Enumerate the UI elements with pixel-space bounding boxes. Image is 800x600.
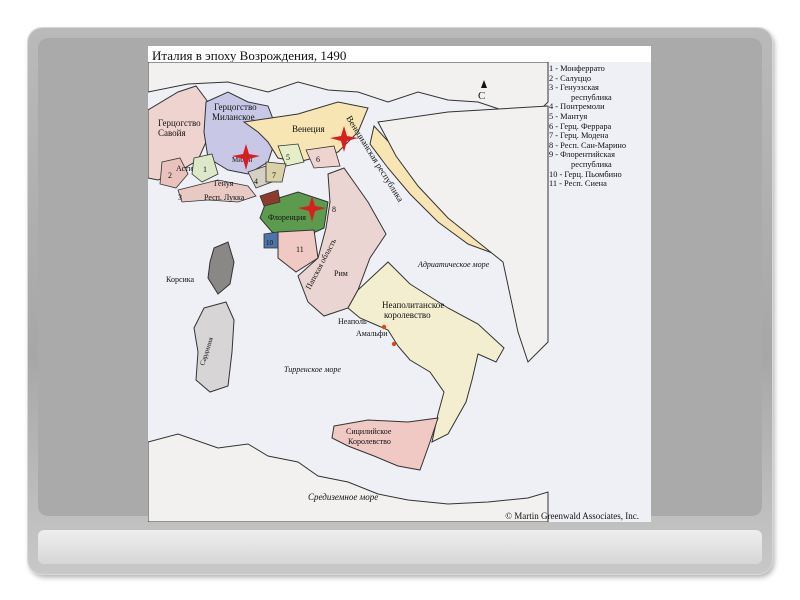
label-asti: Асти <box>176 164 194 173</box>
historical-map: Италия в эпоху Возрождения, 1490 1 2 3 4… <box>148 46 651 522</box>
label-lucca: Респ. Лукка <box>204 193 245 202</box>
label-sicily-line1: Сицилийское <box>346 427 392 436</box>
naples-city-dot <box>381 324 387 330</box>
slide-footer-bar <box>38 530 762 564</box>
legend-item: 11 - Респ. Сиена <box>549 179 607 189</box>
region-number-8: 8 <box>332 205 336 214</box>
label-savoy-line1: Герцогство <box>158 118 201 128</box>
region-number-5: 5 <box>286 153 290 162</box>
region-number-6: 6 <box>316 155 320 164</box>
legend-item-cont: республика <box>571 92 612 102</box>
label-amalfi: Амальфи <box>356 329 388 338</box>
label-genoa: Генуя <box>214 179 234 188</box>
region-number-1: 1 <box>203 165 207 174</box>
region-modena <box>265 161 287 183</box>
island-sardinia <box>193 301 235 393</box>
north-letter: С <box>478 90 486 102</box>
label-venice: Венеция <box>292 124 325 134</box>
region-number-4: 4 <box>254 177 258 186</box>
legend-item-cont: республика <box>571 159 612 169</box>
legend-item: 7 - Герц. Модена <box>549 131 609 141</box>
map-legend: 1 - Монферрато 2 - Салуццо 3 - Генуэзска… <box>549 64 651 189</box>
label-sicily-line2: Королевство <box>348 437 391 446</box>
label-tyrrhenian-sea: Тирренское море <box>284 365 341 374</box>
copyright-notice: © Martin Greenwald Associates, Inc. <box>505 511 639 521</box>
region-number-3: 3 <box>178 193 182 202</box>
legend-item: 2 - Салуццо <box>549 73 592 83</box>
legend-item: 4 - Понтремоли <box>549 102 605 112</box>
legend-item: 3 - Генуэзская <box>549 83 599 93</box>
legend-item: 9 - Флорентийская <box>549 150 615 160</box>
amalfi-city-dot <box>391 341 397 347</box>
region-number-2: 2 <box>168 171 172 180</box>
label-milan-line1: Герцогство <box>214 102 257 112</box>
legend-item: 10 - Герц. Пьомбино <box>549 169 622 179</box>
label-adriatic-sea: Адриатическое море <box>417 260 490 269</box>
north-arrow-icon <box>481 80 487 88</box>
legend-item: 6 - Герц. Феррара <box>549 121 612 131</box>
region-number-11: 11 <box>296 245 304 254</box>
region-number-7: 7 <box>272 171 276 180</box>
label-corsica: Корсика <box>166 275 195 284</box>
label-florence: Флоренция <box>268 213 306 222</box>
legend-item: 8 - Респ. Сан-Марино <box>549 140 627 150</box>
label-naples-kingdom-line2: королевство <box>384 310 431 320</box>
label-naples: Неаполь <box>338 317 367 326</box>
label-rome: Рим <box>334 269 348 278</box>
region-number-10: 10 <box>266 239 274 247</box>
label-mediterranean-sea: Средиземное море <box>308 492 378 502</box>
label-milan-line2: Миланское <box>212 112 255 122</box>
legend-item: 1 - Монферрато <box>549 64 605 73</box>
label-savoy-line2: Савойя <box>158 128 186 138</box>
label-naples-kingdom-line1: Неаполитанское <box>382 300 444 310</box>
legend-item: 5 - Мантуя <box>549 111 588 121</box>
